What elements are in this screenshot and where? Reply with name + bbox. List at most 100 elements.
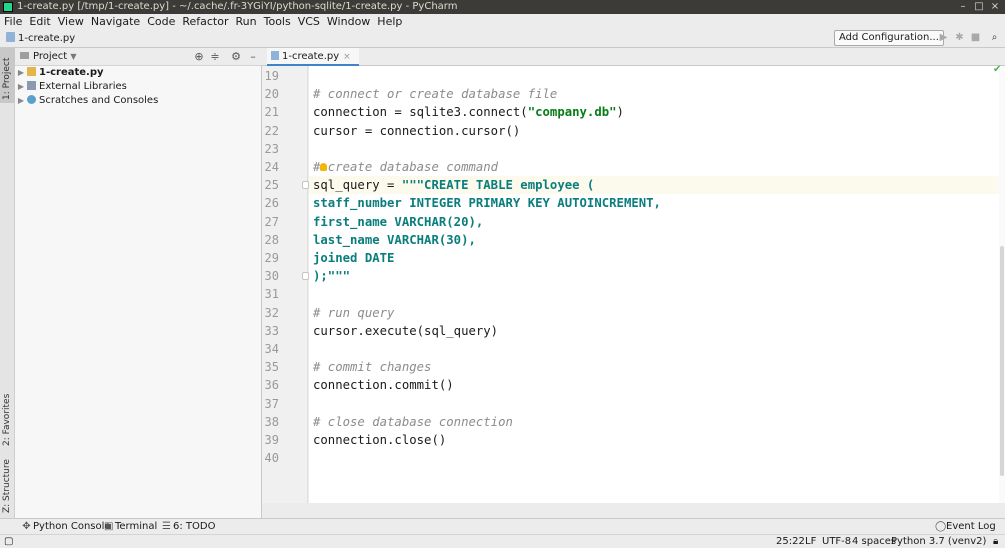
- expand-arrow-icon[interactable]: ▶: [15, 66, 27, 80]
- run-icon[interactable]: ▶: [937, 31, 950, 45]
- gear-icon[interactable]: ⚙: [229, 48, 243, 65]
- project-view-selector[interactable]: Project ▼: [20, 48, 77, 65]
- code-token: staff_number INTEGER PRIMARY KEY AUTOINC…: [313, 196, 661, 211]
- fold-marker-icon[interactable]: [302, 272, 309, 281]
- line-number: 32: [264, 305, 279, 320]
- tool-tab-structure[interactable]: Z: Structure: [0, 455, 15, 515]
- navigation-bar: 1-create.py Add Configuration... ▶ ✱ ■ ⌕: [0, 29, 1005, 48]
- terminal-icon: ▣: [104, 521, 114, 532]
- menu-view[interactable]: View: [54, 14, 87, 29]
- code-token: joined DATE: [313, 251, 395, 265]
- line-number: 26: [264, 196, 279, 211]
- close-tab-icon[interactable]: ×: [343, 52, 351, 62]
- code-line[interactable]: # close database connection: [309, 413, 999, 431]
- event-log-label: Event Log: [946, 521, 996, 532]
- debug-icon[interactable]: ✱: [953, 31, 966, 45]
- project-panel: Project ▼ ⊕ ≑ ⚙ – ▶ 1-create.py ▶ External…: [15, 48, 262, 518]
- indent-setting[interactable]: 4 spaces: [852, 535, 896, 548]
- line-number: 36: [264, 378, 279, 393]
- todo-label: 6: TODO: [173, 521, 216, 532]
- menu-window[interactable]: Window: [323, 14, 373, 29]
- window-titlebar: 1-create.py [/tmp/1-create.py] - ~/.cach…: [0, 0, 1005, 14]
- code-line[interactable]: sql_query = """CREATE TABLE employee (: [309, 176, 999, 195]
- code-line[interactable]: connection.commit(): [309, 376, 999, 394]
- stop-icon[interactable]: ■: [969, 31, 982, 45]
- python-console-button[interactable]: ✥ Python Console: [22, 519, 110, 534]
- code-line[interactable]: );""": [309, 267, 999, 285]
- event-log-button[interactable]: ◯Event Log: [935, 519, 996, 534]
- code-line[interactable]: # connect or create database file: [309, 85, 999, 103]
- tool-tab-project[interactable]: 1: Project: [0, 48, 15, 103]
- code-line[interactable]: first_name VARCHAR(20),: [309, 213, 999, 231]
- menu-bar: File Edit View Navigate Code Refactor Run Tools…: [0, 14, 1005, 29]
- code-line[interactable]: [309, 395, 999, 413]
- code-line[interactable]: # commit changes: [309, 358, 999, 376]
- code-line[interactable]: # create database command: [309, 158, 999, 176]
- add-configuration-button[interactable]: Add Configuration...: [834, 30, 944, 46]
- status-bar: ▢ 25:22 LF UTF-8 4 spaces Python 3.7 (ve…: [0, 534, 1005, 548]
- tree-item-external-libraries[interactable]: ▶ External Libraries: [15, 80, 127, 94]
- menu-file[interactable]: File: [0, 14, 25, 29]
- terminal-button[interactable]: ▣ Terminal: [104, 519, 157, 534]
- code-token: );""": [313, 269, 351, 284]
- code-line[interactable]: [309, 140, 999, 158]
- tree-item-file[interactable]: ▶ 1-create.py: [15, 66, 104, 80]
- intention-bulb-icon[interactable]: [320, 163, 327, 171]
- scrollbar-thumb[interactable]: [1000, 246, 1004, 476]
- menu-run[interactable]: Run: [232, 14, 260, 29]
- expand-arrow-icon[interactable]: ▶: [15, 80, 27, 94]
- menu-vcs[interactable]: VCS: [294, 14, 323, 29]
- line-number: 33: [264, 323, 279, 338]
- code-line[interactable]: cursor = connection.cursor(): [309, 122, 999, 140]
- tool-tab-favorites[interactable]: 2: Favorites: [0, 388, 15, 448]
- code-line[interactable]: [309, 67, 999, 85]
- code-line[interactable]: connection.close(): [309, 431, 999, 449]
- file-encoding[interactable]: UTF-8: [822, 535, 851, 548]
- editor-tab-active[interactable]: 1-create.py ×: [267, 48, 359, 66]
- search-icon[interactable]: ⌕: [988, 31, 1001, 45]
- line-number: 30: [264, 269, 279, 284]
- menu-refactor[interactable]: Refactor: [178, 14, 231, 29]
- editor-scrollbar[interactable]: [999, 66, 1005, 503]
- caret-position[interactable]: 25:22: [776, 535, 805, 548]
- locate-icon[interactable]: ⊕: [192, 48, 206, 65]
- code-token: first_name VARCHAR(20),: [313, 214, 484, 229]
- code-line[interactable]: connection = sqlite3.connect("company.db…: [309, 103, 999, 121]
- folder-icon: [27, 67, 36, 76]
- tree-item-label: External Libraries: [39, 81, 127, 92]
- code-line[interactable]: cursor.execute(sql_query): [309, 322, 999, 340]
- minimize-button[interactable]: –: [956, 0, 970, 14]
- menu-tools[interactable]: Tools: [260, 14, 294, 29]
- menu-edit[interactable]: Edit: [25, 14, 53, 29]
- code-line[interactable]: staff_number INTEGER PRIMARY KEY AUTOINC…: [309, 194, 999, 212]
- line-number: 21: [264, 105, 279, 120]
- tree-item-scratches[interactable]: ▶ Scratches and Consoles: [15, 94, 158, 108]
- maximize-button[interactable]: □: [972, 0, 986, 14]
- breadcrumb[interactable]: 1-create.py: [6, 31, 75, 46]
- code-line[interactable]: # run query: [309, 304, 999, 322]
- code-line[interactable]: [309, 340, 999, 358]
- code-line[interactable]: last_name VARCHAR(30),: [309, 231, 999, 249]
- python-console-icon: ✥: [22, 521, 31, 532]
- code-line[interactable]: joined DATE: [309, 249, 999, 267]
- lock-icon[interactable]: 🔒︎: [993, 535, 998, 548]
- menu-help[interactable]: Help: [373, 14, 405, 29]
- line-separator[interactable]: LF: [805, 535, 816, 548]
- menu-code[interactable]: Code: [143, 14, 178, 29]
- hide-icon[interactable]: –: [246, 48, 260, 65]
- close-button[interactable]: ×: [988, 0, 1002, 14]
- expand-arrow-icon[interactable]: ▶: [15, 94, 27, 108]
- fold-marker-icon[interactable]: [302, 181, 309, 190]
- toggle-tool-windows-icon[interactable]: ▢: [4, 535, 13, 548]
- collapse-icon[interactable]: ≑: [208, 48, 222, 65]
- code-line[interactable]: [309, 449, 999, 467]
- python-interpreter[interactable]: Python 3.7 (venv2): [891, 535, 986, 548]
- code-editor[interactable]: # connect or create database file connect…: [309, 66, 999, 503]
- inspection-ok-icon[interactable]: ✔: [993, 64, 1001, 75]
- code-line[interactable]: [309, 285, 999, 303]
- menu-navigate[interactable]: Navigate: [87, 14, 143, 29]
- bottom-tool-bar: ✥ Python Console ▣ Terminal ☰ 6: TODO ◯Even…: [0, 518, 1005, 534]
- code-token: # run query: [313, 305, 395, 320]
- todo-button[interactable]: ☰ 6: TODO: [162, 519, 215, 534]
- code-token: cursor = connection.cursor(): [313, 123, 521, 138]
